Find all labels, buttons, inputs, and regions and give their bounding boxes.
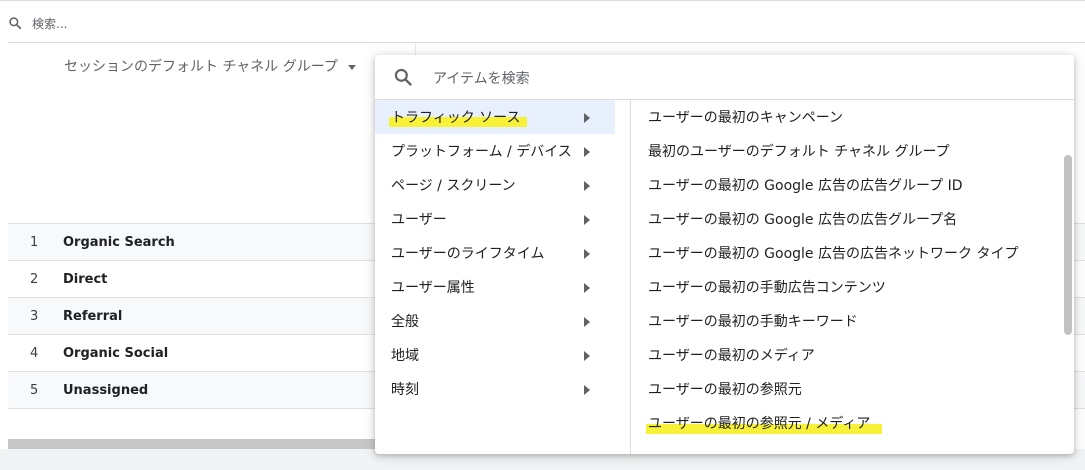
category-label: 地域 [391, 348, 419, 364]
dimension-item[interactable]: 最初のユーザーのデフォルト チャネル グループ [632, 134, 1062, 168]
dimension-selector[interactable]: セッションのデフォルト チャネル グループ [64, 56, 356, 76]
dimension-item-list: ユーザーの最初のキャンペーン 最初のユーザーのデフォルト チャネル グループ ユ… [632, 100, 1062, 454]
chevron-right-icon [584, 249, 590, 259]
dimension-item[interactable]: ユーザーの最初のキャンペーン [632, 100, 1062, 134]
row-index: 4 [30, 345, 39, 361]
search-underline [8, 42, 1085, 43]
chevron-right-icon [584, 181, 590, 191]
category-item-general[interactable]: 全般 [375, 304, 615, 338]
category-item-geography[interactable]: 地域 [375, 338, 615, 372]
dimension-item[interactable]: ユーザーの最初の参照元 [632, 372, 1062, 406]
row-index: 3 [30, 308, 39, 324]
category-item-time[interactable]: 時刻 [375, 372, 615, 406]
dimension-item[interactable]: ユーザーの最初の参照元 / メディア [632, 406, 1062, 440]
dimension-item[interactable]: ユーザーの最初の Google 広告の広告ネットワーク タイプ [632, 236, 1062, 270]
chevron-right-icon [584, 385, 590, 395]
search-icon [8, 15, 22, 34]
dimension-item-label: 最初のユーザーのデフォルト チャネル グループ [648, 144, 950, 160]
category-label: トラフィック ソース [391, 110, 521, 126]
category-label: 時刻 [391, 382, 419, 398]
row-index: 2 [30, 271, 39, 287]
category-label: ユーザー属性 [391, 280, 475, 296]
category-item-user-lifetime[interactable]: ユーザーのライフタイム [375, 236, 615, 270]
category-item-traffic-source[interactable]: トラフィック ソース [375, 100, 615, 134]
search-icon [393, 67, 413, 91]
dimension-item-label: ユーザーの最初の手動広告コンテンツ [648, 280, 886, 296]
row-name: Referral [63, 308, 123, 324]
dimension-item-label: ユーザーの最初の Google 広告の広告グループ ID [648, 178, 963, 194]
category-label: 全般 [391, 314, 419, 330]
category-label: ユーザー [391, 212, 447, 228]
category-item-page-screen[interactable]: ページ / スクリーン [375, 168, 615, 202]
dimension-picker-popup: アイテムを検索 トラフィック ソース プラットフォーム / デバイス ページ /… [375, 55, 1074, 454]
chevron-right-icon [584, 147, 590, 157]
top-divider [0, 0, 1085, 1]
row-name: Organic Social [63, 345, 169, 361]
dimension-item[interactable]: ユーザーの最初の Google 広告の広告グループ ID [632, 168, 1062, 202]
dimension-item[interactable]: ユーザーの最初の手動広告コンテンツ [632, 270, 1062, 304]
row-name: Unassigned [63, 382, 149, 398]
row-index: 1 [30, 234, 39, 250]
chevron-right-icon [584, 351, 590, 361]
chevron-right-icon [584, 113, 590, 123]
chevron-right-icon [584, 283, 590, 293]
dimension-item-label: ユーザーの最初の参照元 [648, 382, 802, 398]
dimension-header-label: セッションのデフォルト チャネル グループ [64, 59, 338, 75]
vertical-scrollbar[interactable] [1064, 155, 1072, 335]
horizontal-scrollbar[interactable] [8, 439, 408, 449]
chevron-right-icon [584, 215, 590, 225]
dimension-item-label: ユーザーの最初のキャンペーン [648, 110, 844, 126]
dimension-item-label: ユーザーの最初の Google 広告の広告ネットワーク タイプ [648, 246, 1019, 262]
item-search-placeholder: アイテムを検索 [433, 71, 530, 87]
row-name: Organic Search [63, 234, 175, 250]
category-label: プラットフォーム / デバイス [391, 144, 572, 160]
row-name: Direct [63, 271, 108, 287]
row-index: 5 [30, 382, 39, 398]
category-item-demographics[interactable]: ユーザー属性 [375, 270, 615, 304]
category-item-platform-device[interactable]: プラットフォーム / デバイス [375, 134, 615, 168]
dimension-item-label: ユーザーの最初の Google 広告の広告グループ名 [648, 212, 958, 228]
dimension-item-label: ユーザーの最初の参照元 / メディア [648, 416, 871, 432]
category-item-user[interactable]: ユーザー [375, 202, 615, 236]
report-search[interactable]: 検索... [0, 6, 1085, 40]
category-label: ページ / スクリーン [391, 178, 516, 194]
chevron-right-icon [584, 317, 590, 327]
item-search[interactable]: アイテムを検索 [375, 55, 1074, 100]
category-label: ユーザーのライフタイム [391, 246, 545, 262]
report-search-placeholder: 検索... [32, 17, 68, 31]
dimension-item-label: ユーザーの最初の手動キーワード [648, 314, 858, 330]
dimension-item-label: ユーザーの最初のメディア [648, 348, 815, 364]
dimension-item[interactable]: ユーザーの最初の Google 広告の広告グループ名 [632, 202, 1062, 236]
dimension-item[interactable]: ユーザーの最初のメディア [632, 338, 1062, 372]
dimension-item[interactable]: ユーザーの最初の手動キーワード [632, 304, 1062, 338]
category-list: トラフィック ソース プラットフォーム / デバイス ページ / スクリーン ユ… [375, 100, 631, 454]
chevron-down-icon [347, 64, 356, 70]
